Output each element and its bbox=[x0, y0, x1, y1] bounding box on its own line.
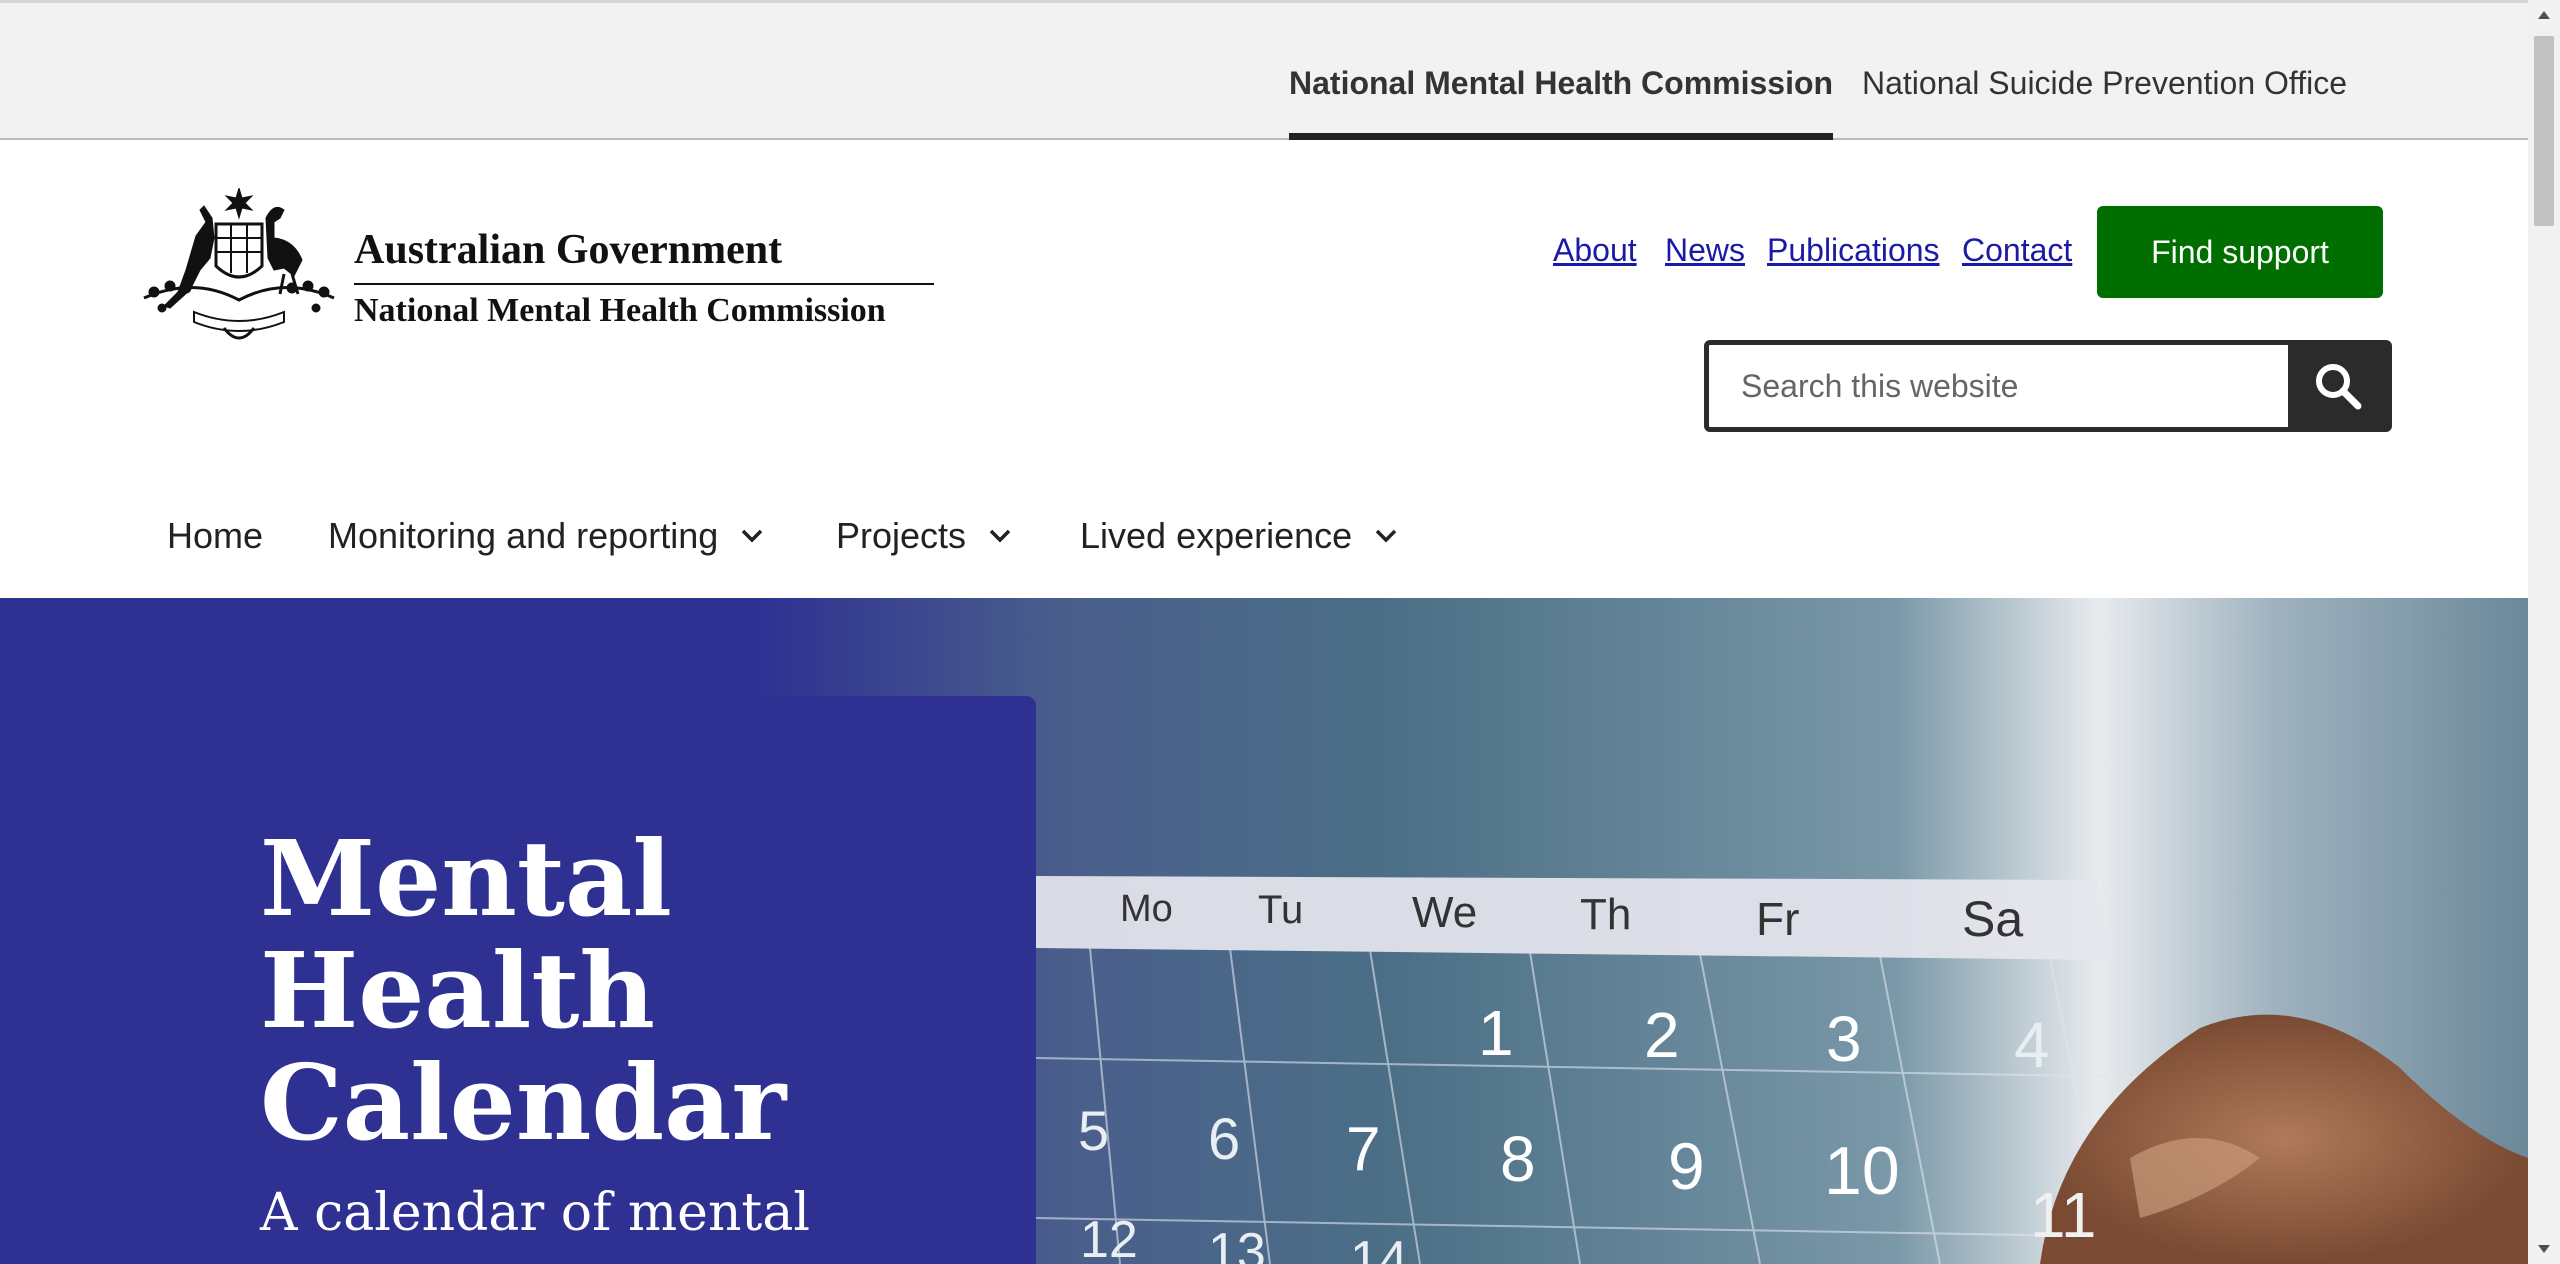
calendar-number: 4 bbox=[2014, 1009, 2050, 1081]
site-switcher-bar: National Mental Health Commission Nation… bbox=[0, 0, 2528, 140]
search-form bbox=[1704, 340, 2392, 432]
chevron-down-icon bbox=[1375, 529, 1397, 543]
calendar-number: 10 bbox=[1824, 1133, 1900, 1209]
calendar-number: 9 bbox=[1668, 1129, 1705, 1203]
calendar-number: 1 bbox=[1478, 997, 1514, 1069]
calendar-day-label: We bbox=[1412, 888, 1478, 937]
calendar-number: 5 bbox=[1078, 1099, 1110, 1162]
nav-link-publications[interactable]: Publications bbox=[1767, 232, 1940, 269]
hero-title: Mental Health Calendar bbox=[260, 817, 787, 1164]
hero-banner: Mo Tu We Th Fr Sa 1 2 3 4 5 6 7 8 9 10 1… bbox=[0, 598, 2528, 1264]
site-tab-nspo[interactable]: National Suicide Prevention Office bbox=[1862, 65, 2347, 140]
calendar-number: 7 bbox=[1346, 1115, 1381, 1184]
calendar-day-label: Fr bbox=[1756, 893, 1800, 945]
nav-link-news[interactable]: News bbox=[1665, 232, 1745, 269]
site-tab-nmhc[interactable]: National Mental Health Commission bbox=[1289, 65, 1834, 140]
calendar-number: 13 bbox=[1208, 1223, 1266, 1264]
scroll-down-arrow-icon[interactable] bbox=[2528, 1234, 2560, 1264]
calendar-day-label: Tu bbox=[1258, 888, 1304, 932]
scrollbar-thumb[interactable] bbox=[2534, 36, 2554, 226]
main-nav-label: Lived experience bbox=[1080, 515, 1353, 556]
calendar-number: 11 bbox=[2030, 1179, 2097, 1251]
calendar-number: 2 bbox=[1644, 999, 1680, 1071]
nav-link-contact[interactable]: Contact bbox=[1962, 232, 2072, 269]
chevron-down-icon bbox=[741, 529, 763, 543]
calendar-number: 12 bbox=[1080, 1211, 1138, 1264]
search-input[interactable] bbox=[1709, 345, 2295, 427]
logo-line-government: Australian Government bbox=[354, 227, 783, 273]
nav-link-about[interactable]: About bbox=[1553, 232, 1637, 269]
hero-subtitle: A calendar of mental bbox=[260, 1183, 810, 1243]
coat-of-arms-icon[interactable] bbox=[134, 186, 344, 348]
calendar-day-label: Sa bbox=[1962, 891, 2024, 947]
main-nav-projects[interactable]: Projects bbox=[836, 515, 1012, 557]
logo-divider bbox=[354, 283, 934, 285]
main-nav-label: Monitoring and reporting bbox=[328, 515, 719, 556]
main-nav-monitoring[interactable]: Monitoring and reporting bbox=[328, 515, 764, 557]
main-nav-lived-experience[interactable]: Lived experience bbox=[1080, 515, 1398, 557]
page-scrollbar[interactable] bbox=[2528, 0, 2560, 1264]
find-support-button[interactable]: Find support bbox=[2097, 206, 2383, 298]
calendar-number: 8 bbox=[1500, 1123, 1536, 1195]
calendar-number: 6 bbox=[1208, 1107, 1241, 1172]
main-nav-home[interactable]: Home bbox=[167, 515, 263, 557]
logo-line-commission: National Mental Health Commission bbox=[354, 292, 886, 329]
search-icon bbox=[2316, 364, 2362, 410]
calendar-number: 3 bbox=[1826, 1003, 1862, 1075]
scroll-up-arrow-icon[interactable] bbox=[2528, 0, 2560, 30]
main-nav-label: Home bbox=[167, 515, 264, 556]
main-nav-label: Projects bbox=[836, 515, 967, 556]
chevron-down-icon bbox=[989, 529, 1011, 543]
calendar-number: 14 bbox=[1350, 1231, 1408, 1264]
search-button[interactable] bbox=[2288, 344, 2388, 428]
calendar-day-label: Th bbox=[1580, 890, 1632, 939]
calendar-day-label: Mo bbox=[1120, 888, 1173, 930]
